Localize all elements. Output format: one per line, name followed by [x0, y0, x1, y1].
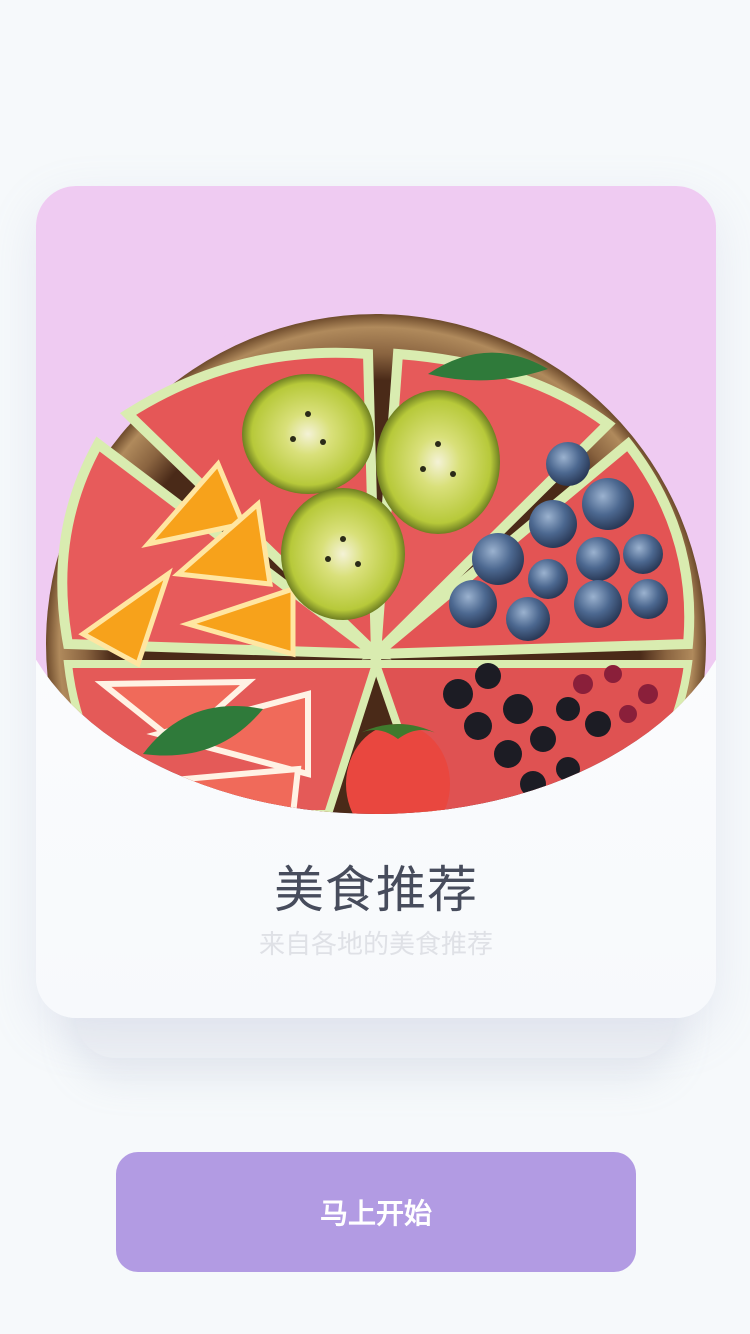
- card-subtitle: 来自各地的美食推荐: [258, 930, 493, 960]
- fruit-platter-image: [36, 314, 716, 814]
- start-button[interactable]: 马上开始: [116, 1152, 636, 1272]
- card-title: 美食推荐: [274, 861, 478, 919]
- food-card[interactable]: 美食推荐 来自各地的美食推荐: [36, 186, 716, 1018]
- splash-screen: 美食推荐 来自各地的美食推荐 马上开始: [0, 0, 750, 1334]
